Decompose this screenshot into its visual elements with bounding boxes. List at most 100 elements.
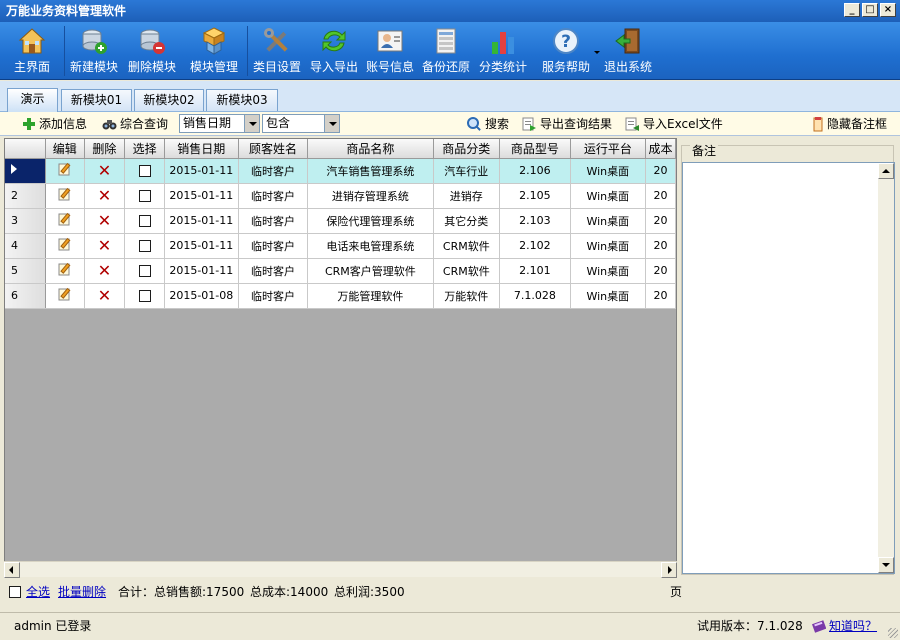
table-row[interactable]: ✕ 2015-01-11 临时客户 汽车销售管理系统 汽车行业 2.106 Win桌面 20 (5, 158, 676, 184)
delete-icon[interactable]: ✕ (98, 261, 111, 280)
row-checkbox[interactable] (138, 190, 151, 202)
scroll-right-button[interactable] (661, 562, 677, 578)
close-button[interactable]: × (880, 3, 896, 17)
row-header[interactable]: 6 (5, 283, 46, 309)
row-checkbox[interactable] (138, 265, 151, 277)
edit-icon[interactable] (58, 162, 72, 176)
edit-icon[interactable] (58, 262, 72, 276)
table-row[interactable]: 5 ✕ 2015-01-11 临时客户 CRM客户管理软件 CRM软件 2.101 Win桌面… (5, 258, 676, 284)
row-checkbox[interactable] (138, 215, 151, 227)
row-header[interactable]: 4 (5, 233, 46, 259)
chevron-down-icon[interactable] (324, 115, 339, 132)
batch-delete-link[interactable]: 批量删除 (58, 585, 106, 599)
delete-cell[interactable]: ✕ (84, 258, 126, 284)
notes-vertical-scrollbar[interactable] (878, 163, 894, 573)
scroll-left-button[interactable] (4, 562, 20, 578)
maximize-button[interactable]: □ (862, 3, 878, 17)
edit-icon[interactable] (58, 237, 72, 251)
column-header[interactable]: 删除 (84, 139, 126, 159)
toolbar-new-module-button[interactable]: 新建模块 (65, 22, 123, 80)
column-header[interactable]: 运行平台 (570, 139, 647, 159)
column-header[interactable]: 成本 (645, 139, 676, 159)
toolbar-account-button[interactable]: 账号信息 (362, 22, 418, 80)
toolbar-delete-module-button[interactable]: 删除模块 (123, 22, 181, 80)
hide-notes-button[interactable]: 隐藏备注框 (812, 115, 887, 133)
import-excel-button[interactable]: 导入Excel文件 (624, 115, 723, 133)
column-header[interactable]: 选择 (124, 139, 165, 159)
column-header[interactable]: 商品型号 (499, 139, 571, 159)
combined-query-button[interactable]: 综合查询 (102, 115, 168, 133)
table-row[interactable]: 2 ✕ 2015-01-11 临时客户 进销存管理系统 进销存 2.105 Win桌面 20 (5, 183, 676, 209)
chevron-down-icon[interactable] (594, 51, 600, 54)
horizontal-scrollbar[interactable] (4, 561, 677, 578)
export-results-button[interactable]: 导出查询结果 (521, 115, 612, 133)
tab-module-02[interactable]: 新模块02 (134, 89, 204, 111)
row-checkbox[interactable] (138, 290, 151, 302)
tab-module-01[interactable]: 新模块01 (61, 89, 132, 111)
table-row[interactable]: 6 ✕ 2015-01-08 临时客户 万能管理软件 万能软件 7.1.028 Win桌面 20 (5, 283, 676, 309)
column-header[interactable]: 商品名称 (307, 139, 434, 159)
toolbar-backup-restore-button[interactable]: 备份还原 (418, 22, 474, 80)
select-cell[interactable] (124, 183, 165, 209)
search-input[interactable] (342, 114, 462, 133)
scroll-down-button[interactable] (878, 557, 894, 573)
delete-icon[interactable]: ✕ (98, 186, 111, 205)
delete-cell[interactable]: ✕ (84, 183, 126, 209)
toolbar-home-button[interactable]: 主界面 (0, 22, 64, 80)
did-you-know-link[interactable]: 知道吗？ (812, 619, 877, 633)
toolbar-statistics-button[interactable]: 分类统计 (474, 22, 532, 80)
tab-demo[interactable]: 演示 (7, 88, 58, 112)
delete-cell[interactable]: ✕ (84, 233, 126, 259)
toolbar-category-settings-button[interactable]: 类目设置 (248, 22, 306, 80)
edit-icon[interactable] (58, 212, 72, 226)
tab-module-03[interactable]: 新模块03 (206, 89, 278, 111)
select-cell[interactable] (124, 158, 165, 184)
select-cell[interactable] (124, 208, 165, 234)
column-header[interactable]: 商品分类 (433, 139, 501, 159)
edit-cell[interactable] (45, 283, 85, 309)
did-you-know-label[interactable]: 知道吗？ (829, 619, 877, 633)
field-select[interactable]: 销售日期 (179, 114, 260, 133)
delete-icon[interactable]: ✕ (98, 236, 111, 255)
select-all-link[interactable]: 全选 (26, 585, 50, 599)
edit-icon[interactable] (58, 287, 72, 301)
edit-cell[interactable] (45, 208, 85, 234)
search-button[interactable]: 搜索 (466, 115, 509, 133)
edit-icon[interactable] (58, 187, 72, 201)
select-cell[interactable] (124, 283, 165, 309)
delete-icon[interactable]: ✕ (98, 286, 111, 305)
edit-cell[interactable] (45, 233, 85, 259)
resize-grip-icon[interactable] (888, 628, 898, 638)
table-row[interactable]: 3 ✕ 2015-01-11 临时客户 保险代理管理系统 其它分类 2.103 Win桌面 20 (5, 208, 676, 234)
select-cell[interactable] (124, 258, 165, 284)
minimize-button[interactable]: _ (844, 3, 860, 17)
delete-cell[interactable]: ✕ (84, 283, 126, 309)
operator-select[interactable]: 包含 (262, 114, 340, 133)
column-header[interactable]: 销售日期 (164, 139, 239, 159)
row-header[interactable] (5, 158, 46, 184)
select-cell[interactable] (124, 233, 165, 259)
add-info-button[interactable]: 添加信息 (22, 115, 87, 133)
row-header[interactable]: 3 (5, 208, 46, 234)
toolbar-module-manage-button[interactable]: 模块管理 (181, 22, 247, 80)
notes-textarea[interactable] (682, 162, 895, 574)
chevron-down-icon[interactable] (244, 115, 259, 132)
edit-cell[interactable] (45, 158, 85, 184)
edit-cell[interactable] (45, 183, 85, 209)
select-all-checkbox[interactable] (9, 586, 21, 598)
row-checkbox[interactable] (138, 165, 151, 177)
column-header[interactable]: 编辑 (45, 139, 85, 159)
toolbar-help-button[interactable]: ? 服务帮助 (532, 22, 600, 80)
toolbar-exit-button[interactable]: 退出系统 (600, 22, 656, 80)
row-header[interactable]: 2 (5, 183, 46, 209)
toolbar-import-export-button[interactable]: 导入导出 (306, 22, 362, 80)
table-row[interactable]: 4 ✕ 2015-01-11 临时客户 电话来电管理系统 CRM软件 2.102 Win桌面 2… (5, 233, 676, 259)
delete-icon[interactable]: ✕ (98, 211, 111, 230)
column-header[interactable]: 顾客姓名 (238, 139, 309, 159)
delete-icon[interactable]: ✕ (98, 161, 111, 180)
scroll-up-button[interactable] (878, 163, 894, 179)
row-header[interactable]: 5 (5, 258, 46, 284)
edit-cell[interactable] (45, 258, 85, 284)
row-checkbox[interactable] (138, 240, 151, 252)
delete-cell[interactable]: ✕ (84, 158, 126, 184)
